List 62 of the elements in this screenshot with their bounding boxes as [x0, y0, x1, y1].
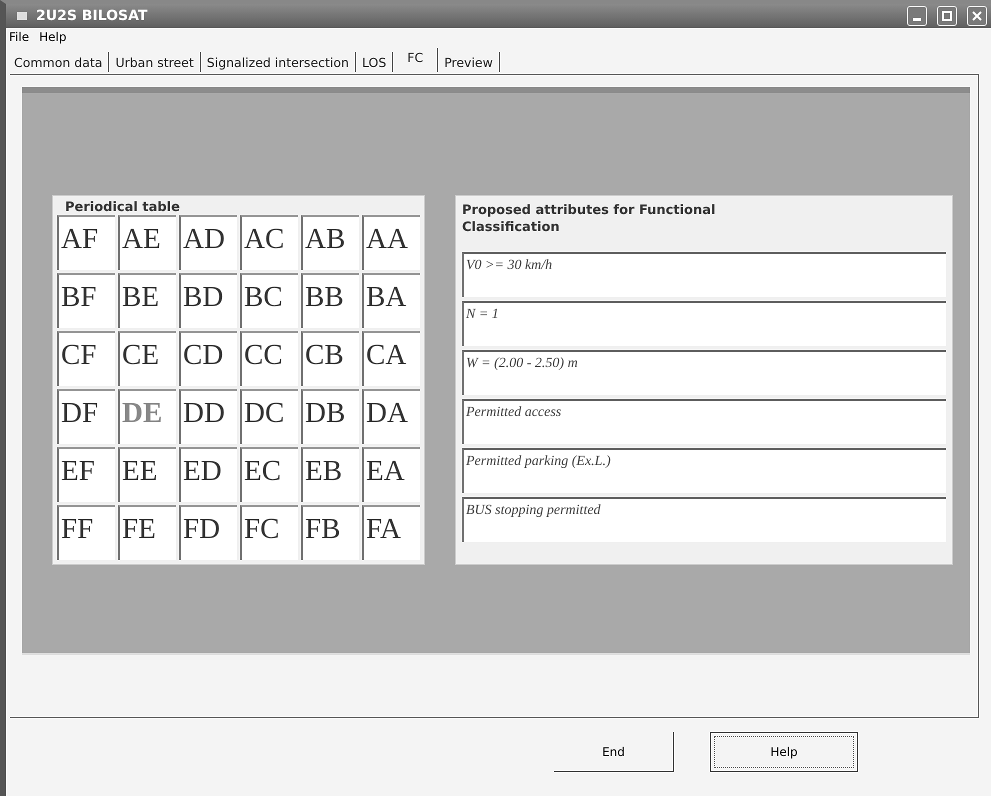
tab[interactable]: Common data [8, 52, 110, 72]
table-cell[interactable]: AE [118, 215, 176, 270]
attribute-field: Permitted access [462, 399, 946, 444]
table-cell[interactable]: DF [57, 389, 115, 444]
close-icon [972, 11, 982, 21]
table-cell[interactable]: EA [362, 447, 420, 502]
table-cell[interactable]: BF [57, 273, 115, 328]
table-cell[interactable]: FC [240, 505, 298, 560]
table-cell[interactable]: DB [301, 389, 359, 444]
table-cell[interactable]: FE [118, 505, 176, 560]
minimize-button[interactable] [907, 6, 927, 26]
table-cell[interactable]: FF [57, 505, 115, 560]
table-cell[interactable]: DC [240, 389, 298, 444]
tab[interactable]: Urban street [109, 52, 201, 72]
attribute-field: Permitted parking (Ex.L.) [462, 448, 946, 493]
table-cell[interactable]: FB [301, 505, 359, 560]
attribute-field: N = 1 [462, 301, 946, 346]
minimize-icon [913, 18, 921, 20]
table-cell[interactable]: BA [362, 273, 420, 328]
table-cell[interactable]: ED [179, 447, 237, 502]
table-cell[interactable]: BE [118, 273, 176, 328]
close-button[interactable] [967, 6, 987, 26]
menu-item[interactable]: Help [38, 30, 68, 46]
table-cell[interactable]: BC [240, 273, 298, 328]
table-cell[interactable]: CD [179, 331, 237, 386]
table-cell[interactable]: EB [301, 447, 359, 502]
dialog-button[interactable]: End [554, 732, 674, 772]
attribute-field: V0 >= 30 km/h [462, 252, 946, 297]
maximize-icon [942, 11, 952, 21]
table-cell[interactable]: DA [362, 389, 420, 444]
tab[interactable]: Signalized intersection [200, 52, 356, 72]
table-cell[interactable]: DD [179, 389, 237, 444]
window-icon [16, 11, 28, 21]
maximize-button[interactable] [937, 6, 957, 26]
table-cell[interactable]: CE [118, 331, 176, 386]
table-cell[interactable]: AD [179, 215, 237, 270]
dialog-button[interactable]: Help [710, 732, 858, 772]
table-cell[interactable]: CF [57, 331, 115, 386]
window-title: 2U2S BILOSAT [36, 8, 148, 24]
table-cell[interactable]: FD [179, 505, 237, 560]
table-cell[interactable]: CC [240, 331, 298, 386]
table-cell[interactable]: EF [57, 447, 115, 502]
table-cell[interactable]: CB [301, 331, 359, 386]
table-cell[interactable]: DE [118, 389, 176, 444]
panel-title: Proposed attributes for Functional Classification [462, 202, 716, 236]
attribute-field: W = (2.00 - 2.50) m [462, 350, 946, 395]
table-cell[interactable]: AC [240, 215, 298, 270]
table-cell[interactable]: AB [301, 215, 359, 270]
table-cell[interactable]: BB [301, 273, 359, 328]
group-title: Periodical table [64, 200, 181, 215]
table-cell[interactable]: EC [240, 447, 298, 502]
table-cell[interactable]: BD [179, 273, 237, 328]
table-cell[interactable]: CA [362, 331, 420, 386]
table-cell[interactable]: FA [362, 505, 420, 560]
table-cell[interactable]: EE [118, 447, 176, 502]
tab[interactable]: Preview [438, 52, 500, 72]
tab[interactable]: LOS [356, 52, 394, 72]
menu-item[interactable]: File [8, 30, 30, 46]
table-cell[interactable]: AA [362, 215, 420, 270]
tab[interactable]: FC [393, 48, 438, 72]
attribute-field: BUS stopping permitted [462, 497, 946, 542]
table-cell[interactable]: AF [57, 215, 115, 270]
